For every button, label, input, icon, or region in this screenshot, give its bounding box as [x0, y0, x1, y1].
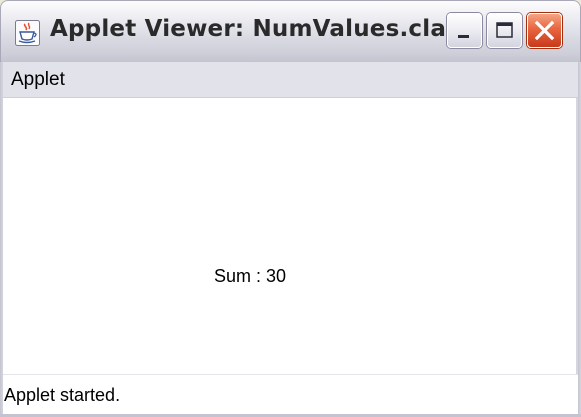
applet-viewer-window: Applet Viewer: NumValues.class Applet Su… [0, 0, 581, 417]
maximize-icon [496, 22, 513, 38]
title-bar[interactable]: Applet Viewer: NumValues.class [0, 0, 581, 62]
window-title: Applet Viewer: NumValues.class [50, 16, 474, 42]
status-text: Applet started. [4, 385, 121, 405]
java-cup-icon[interactable] [15, 20, 40, 46]
minimize-icon [458, 35, 469, 38]
sum-output-text: Sum : 30 [214, 266, 287, 286]
menu-bar: Applet [3, 62, 578, 98]
menu-applet[interactable]: Applet [11, 69, 65, 91]
minimize-button[interactable] [447, 13, 482, 48]
status-bar: Applet started. [3, 374, 578, 414]
close-button[interactable] [527, 13, 562, 48]
applet-panel: Sum : 30 [3, 98, 578, 374]
close-icon [534, 20, 555, 41]
maximize-button[interactable] [487, 13, 522, 48]
